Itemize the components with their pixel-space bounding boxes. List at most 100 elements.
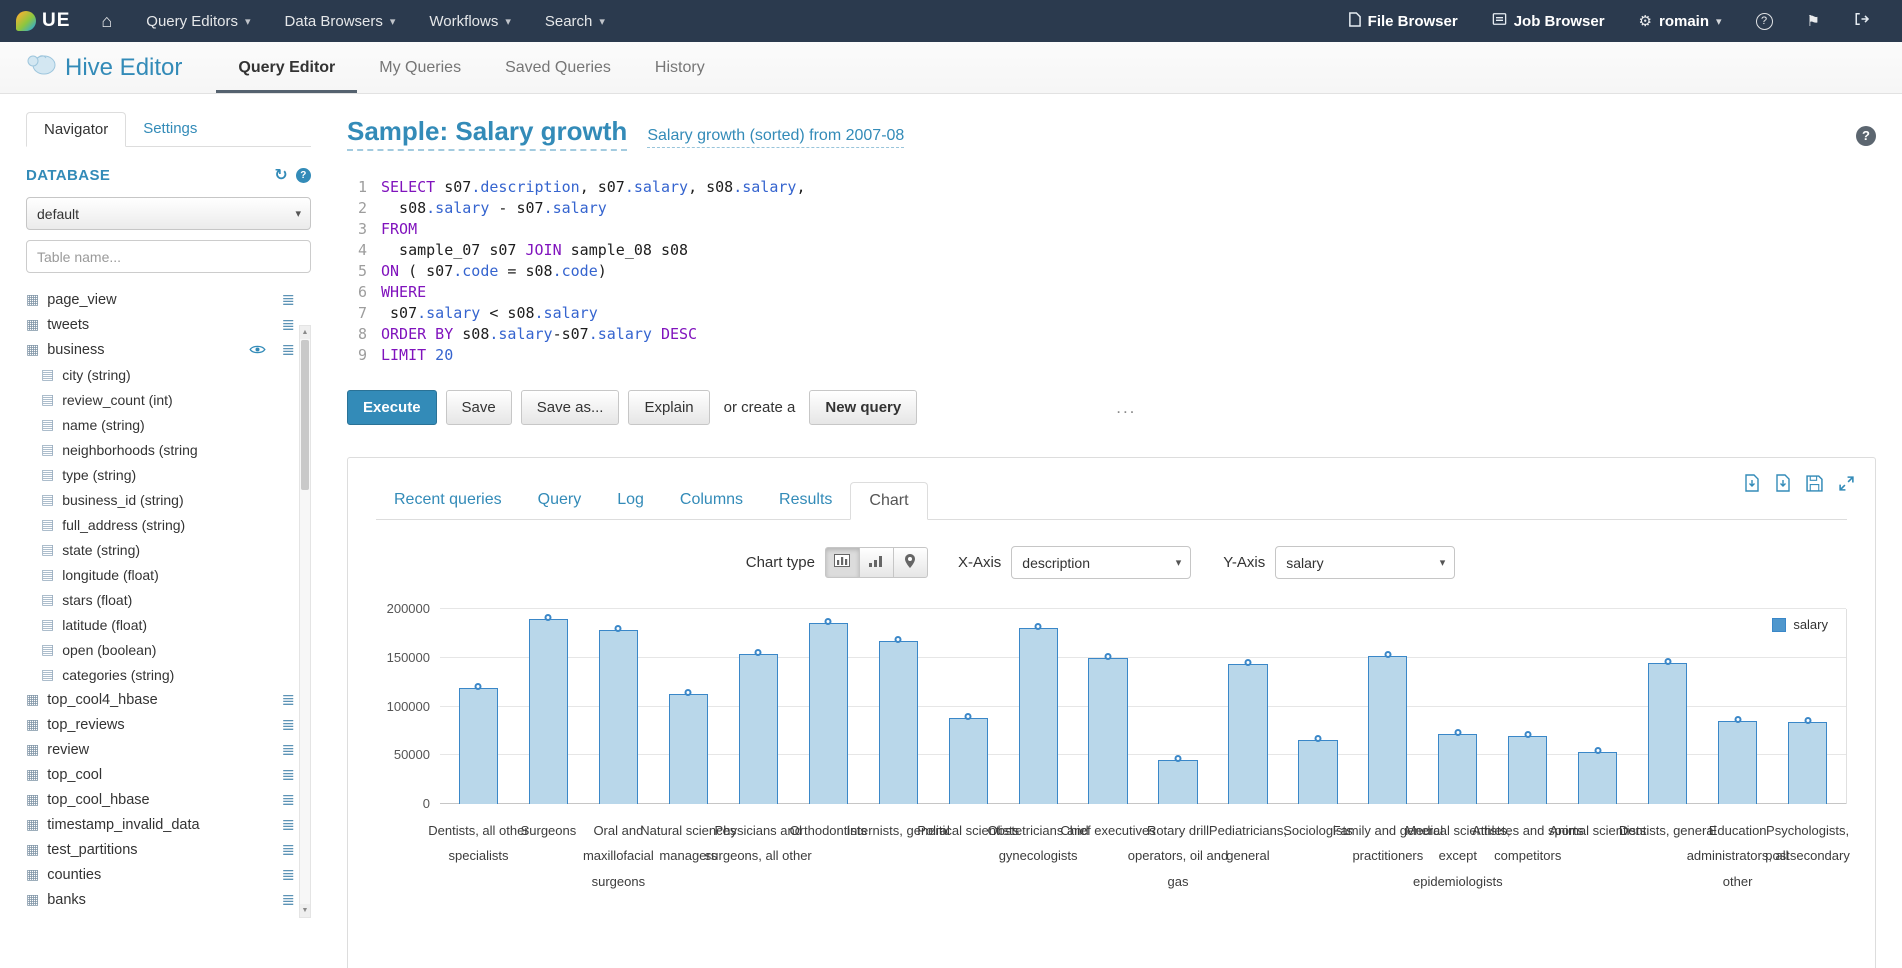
table-row[interactable]: ▦top_cool_hbase≣ xyxy=(26,787,295,812)
scroll-up-button[interactable]: ▲ xyxy=(300,326,310,339)
new-query-button[interactable]: New query xyxy=(809,390,917,425)
result-tab-results[interactable]: Results xyxy=(761,482,850,519)
columns-list-icon[interactable]: ≣ xyxy=(282,840,295,860)
job-browser-link[interactable]: Job Browser xyxy=(1475,0,1622,42)
columns-list-icon[interactable]: ≣ xyxy=(282,315,295,335)
column-row[interactable]: ▤latitude (float) xyxy=(26,612,295,637)
chart-legend[interactable]: salary xyxy=(1768,615,1832,634)
chart-bar[interactable] xyxy=(1368,656,1407,804)
execute-button[interactable]: Execute xyxy=(347,390,437,425)
column-row[interactable]: ▤business_id (string) xyxy=(26,487,295,512)
refresh-icon[interactable]: ↻ xyxy=(274,165,288,185)
save-results-icon[interactable] xyxy=(1806,475,1823,492)
table-row[interactable]: ▦tweets≣ xyxy=(26,312,295,337)
sidebar-scrollbar[interactable]: ▲ ▼ xyxy=(299,325,311,918)
save-button[interactable]: Save xyxy=(446,390,512,425)
columns-list-icon[interactable]: ≣ xyxy=(282,815,295,835)
result-tab-recent-queries[interactable]: Recent queries xyxy=(376,482,520,519)
table-row[interactable]: ▦banks≣ xyxy=(26,887,295,912)
table-row[interactable]: ▦top_cool4_hbase≣ xyxy=(26,687,295,712)
column-row[interactable]: ▤longitude (float) xyxy=(26,562,295,587)
feedback-flag-button[interactable]: ⚑ xyxy=(1790,0,1837,42)
column-row[interactable]: ▤review_count (int) xyxy=(26,387,295,412)
menu-workflows[interactable]: Workflows▾ xyxy=(412,0,527,42)
chart-bar[interactable] xyxy=(879,641,918,804)
column-row[interactable]: ▤state (string) xyxy=(26,537,295,562)
columns-list-icon[interactable]: ≣ xyxy=(282,715,295,735)
home-button[interactable]: ⌂ xyxy=(84,0,129,42)
column-chart-button[interactable] xyxy=(859,547,894,578)
columns-list-icon[interactable]: ≣ xyxy=(282,790,295,810)
table-row[interactable]: ▦counties≣ xyxy=(26,862,295,887)
editor-resize-handle[interactable]: ... xyxy=(1116,398,1136,418)
result-tab-columns[interactable]: Columns xyxy=(662,482,761,519)
table-row[interactable]: ▦review≣ xyxy=(26,737,295,762)
chart-bar[interactable] xyxy=(1019,628,1058,804)
columns-list-icon[interactable]: ≣ xyxy=(282,340,295,360)
chart-bar[interactable] xyxy=(1158,760,1197,804)
eye-icon[interactable] xyxy=(249,344,266,355)
file-browser-link[interactable]: File Browser xyxy=(1331,0,1475,42)
column-row[interactable]: ▤city (string) xyxy=(26,362,295,387)
chart-bar[interactable] xyxy=(1228,664,1267,804)
column-row[interactable]: ▤neighborhoods (string xyxy=(26,437,295,462)
tab-saved-queries[interactable]: Saved Queries xyxy=(483,42,633,93)
expand-results-icon[interactable] xyxy=(1838,475,1855,492)
menu-query-editors[interactable]: Query Editors▾ xyxy=(129,0,267,42)
help-button[interactable]: ? xyxy=(1739,0,1790,42)
column-row[interactable]: ▤type (string) xyxy=(26,462,295,487)
table-row[interactable]: ▦timestamp_invalid_data≣ xyxy=(26,812,295,837)
download-xls-icon[interactable] xyxy=(1744,474,1760,492)
chart-bar[interactable] xyxy=(1088,658,1127,804)
sql-editor[interactable]: 123456789 SELECT s07.description, s07.sa… xyxy=(347,177,1876,366)
query-subtitle-link[interactable]: Salary growth (sorted) from 2007-08 xyxy=(647,127,904,148)
explain-button[interactable]: Explain xyxy=(628,390,709,425)
query-title[interactable]: Sample: Salary growth xyxy=(347,116,627,151)
column-row[interactable]: ▤name (string) xyxy=(26,412,295,437)
map-chart-button[interactable] xyxy=(893,547,928,578)
column-row[interactable]: ▤full_address (string) xyxy=(26,512,295,537)
user-menu[interactable]: ⚙ romain ▾ xyxy=(1622,0,1739,42)
chart-bar[interactable] xyxy=(1718,721,1757,804)
chart-bar[interactable] xyxy=(599,630,638,804)
chart-bar[interactable] xyxy=(1298,740,1337,804)
menu-data-browsers[interactable]: Data Browsers▾ xyxy=(268,0,413,42)
chart-bar[interactable] xyxy=(739,654,778,804)
columns-list-icon[interactable]: ≣ xyxy=(282,765,295,785)
table-row[interactable]: ▦test_partitions≣ xyxy=(26,837,295,862)
column-row[interactable]: ▤stars (float) xyxy=(26,587,295,612)
chart-bar[interactable] xyxy=(1438,734,1477,804)
table-row[interactable]: ▦top_reviews≣ xyxy=(26,712,295,737)
result-tab-log[interactable]: Log xyxy=(599,482,662,519)
tab-settings[interactable]: Settings xyxy=(126,112,214,146)
table-filter-input[interactable] xyxy=(26,240,311,273)
chart-bar[interactable] xyxy=(1508,736,1547,804)
chart-bar[interactable] xyxy=(1648,663,1687,804)
columns-list-icon[interactable]: ≣ xyxy=(282,865,295,885)
scroll-down-button[interactable]: ▼ xyxy=(300,904,310,917)
scrollbar-thumb[interactable] xyxy=(301,340,309,490)
database-select[interactable]: default ▾ xyxy=(26,197,311,230)
save-as-button[interactable]: Save as... xyxy=(521,390,620,425)
result-tab-query[interactable]: Query xyxy=(520,482,600,519)
x-axis-select[interactable]: description ▾ xyxy=(1011,546,1191,579)
columns-list-icon[interactable]: ≣ xyxy=(282,890,295,910)
result-tab-chart[interactable]: Chart xyxy=(850,482,927,520)
chart-bar[interactable] xyxy=(809,623,848,804)
logout-button[interactable] xyxy=(1837,0,1886,42)
columns-list-icon[interactable]: ≣ xyxy=(282,690,295,710)
chart-bar[interactable] xyxy=(459,688,498,804)
hue-logo[interactable]: UE xyxy=(16,0,84,42)
chart-bar[interactable] xyxy=(669,694,708,804)
chart-bar[interactable] xyxy=(1788,722,1827,804)
column-row[interactable]: ▤categories (string) xyxy=(26,662,295,687)
y-axis-select[interactable]: salary ▾ xyxy=(1275,546,1455,579)
chart-bar[interactable] xyxy=(1578,752,1617,804)
editor-code[interactable]: SELECT s07.description, s07.salary, s08.… xyxy=(381,177,805,366)
column-row[interactable]: ▤open (boolean) xyxy=(26,637,295,662)
columns-list-icon[interactable]: ≣ xyxy=(282,290,295,310)
columns-list-icon[interactable]: ≣ xyxy=(282,740,295,760)
bar-chart-button[interactable] xyxy=(825,547,860,578)
table-row[interactable]: ▦page_view≣ xyxy=(26,287,295,312)
tab-my-queries[interactable]: My Queries xyxy=(357,42,483,93)
